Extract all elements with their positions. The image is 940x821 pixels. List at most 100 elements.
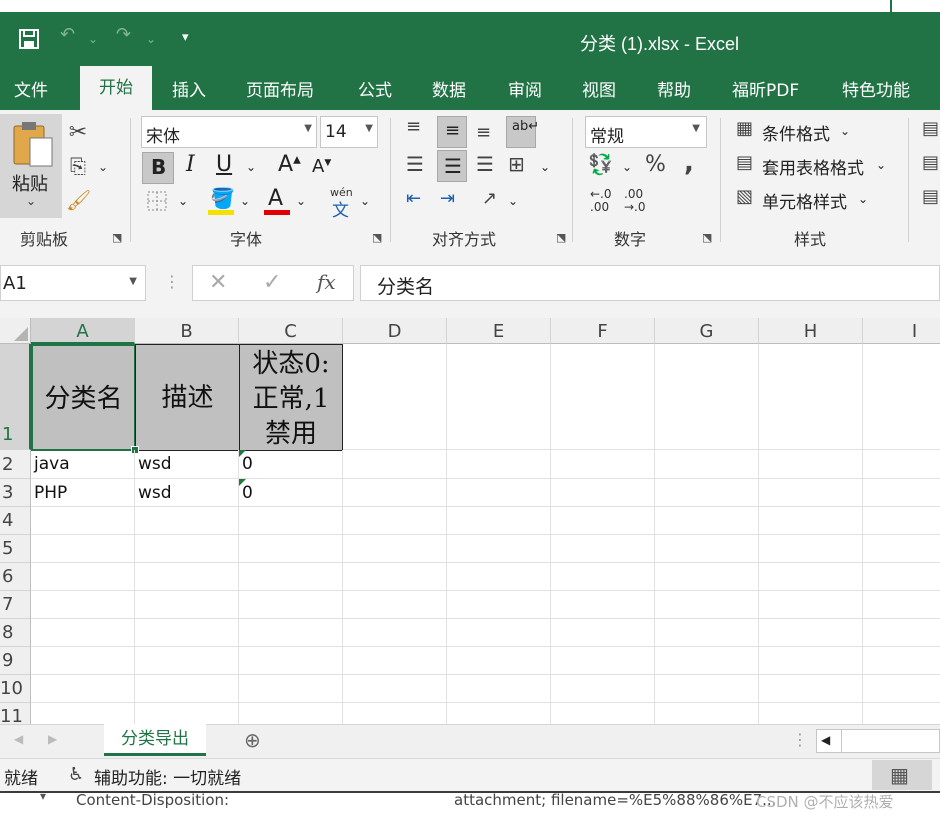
- empty-cell[interactable]: [655, 479, 759, 507]
- empty-cell[interactable]: [551, 344, 655, 450]
- accounting-dropdown-icon[interactable]: ⌄: [622, 160, 632, 174]
- tab-special-features[interactable]: 特色功能: [842, 76, 910, 101]
- format-painter-icon[interactable]: 🖌: [66, 188, 91, 212]
- name-box[interactable]: A1 ▼: [0, 265, 146, 301]
- empty-cell[interactable]: [759, 507, 863, 535]
- cell-styles-button[interactable]: 单元格样式: [762, 188, 847, 213]
- increase-font-size-icon[interactable]: A▲: [278, 152, 301, 177]
- empty-cell[interactable]: [551, 450, 655, 479]
- empty-cell[interactable]: [759, 675, 863, 703]
- empty-cell[interactable]: [343, 703, 447, 724]
- empty-cell[interactable]: [135, 507, 239, 535]
- empty-cell[interactable]: [447, 507, 551, 535]
- italic-button[interactable]: I: [186, 152, 195, 177]
- cell-a2[interactable]: java: [31, 450, 135, 479]
- empty-cell[interactable]: [343, 563, 447, 591]
- empty-cell[interactable]: [551, 591, 655, 619]
- empty-cell[interactable]: [863, 507, 940, 535]
- customize-toolbar-icon[interactable]: ▾: [182, 30, 189, 45]
- font-size-select[interactable]: 14 ▼: [320, 116, 378, 148]
- empty-cell[interactable]: [239, 703, 343, 724]
- bold-button[interactable]: B: [142, 152, 174, 184]
- cell-styles-dropdown-icon[interactable]: ⌄: [858, 192, 868, 206]
- align-middle-button[interactable]: ≡: [437, 116, 467, 148]
- empty-cell[interactable]: [551, 675, 655, 703]
- empty-cell[interactable]: [551, 507, 655, 535]
- delete-cells-icon[interactable]: ▤: [922, 152, 939, 173]
- font-color-icon[interactable]: A: [268, 186, 283, 211]
- empty-cell[interactable]: [759, 591, 863, 619]
- row-header-10[interactable]: 10: [0, 675, 31, 703]
- cell-a3[interactable]: PHP: [31, 479, 135, 507]
- empty-cell[interactable]: [551, 563, 655, 591]
- column-header-a[interactable]: A: [31, 318, 135, 344]
- row-header-3[interactable]: 3: [0, 479, 31, 507]
- empty-cell[interactable]: [343, 535, 447, 563]
- align-bottom-icon[interactable]: ≡: [476, 122, 491, 143]
- empty-cell[interactable]: [759, 703, 863, 724]
- scroll-sheets-left-icon[interactable]: ◀: [14, 732, 23, 746]
- orientation-icon[interactable]: ↗: [482, 188, 497, 209]
- fill-color-dropdown-icon[interactable]: ⌄: [240, 194, 250, 208]
- scroll-left-icon[interactable]: ◀: [821, 733, 830, 747]
- empty-cell[interactable]: [655, 535, 759, 563]
- redo-dropdown-icon[interactable]: ⌄: [146, 32, 156, 46]
- empty-cell[interactable]: [863, 675, 940, 703]
- font-launcher-icon[interactable]: ⬔: [372, 231, 382, 244]
- splitter-grip-icon[interactable]: ⋮: [792, 730, 808, 749]
- conditional-formatting-button[interactable]: 条件格式: [762, 120, 830, 145]
- empty-cell[interactable]: [759, 535, 863, 563]
- merge-center-icon[interactable]: ⊞: [508, 152, 525, 176]
- alignment-launcher-icon[interactable]: ⬔: [556, 231, 566, 244]
- empty-cell[interactable]: [759, 563, 863, 591]
- tab-view[interactable]: 视图: [582, 76, 616, 101]
- empty-cell[interactable]: [135, 619, 239, 647]
- empty-cell[interactable]: [551, 619, 655, 647]
- number-format-select[interactable]: 常规 ▼: [585, 116, 707, 148]
- enter-icon[interactable]: ✓: [263, 270, 281, 295]
- row-header-6[interactable]: 6: [0, 563, 31, 591]
- empty-cell[interactable]: [447, 344, 551, 450]
- tab-insert[interactable]: 插入: [172, 76, 206, 101]
- format-as-table-button[interactable]: 套用表格格式: [762, 154, 864, 179]
- empty-cell[interactable]: [343, 344, 447, 450]
- empty-cell[interactable]: [31, 591, 135, 619]
- empty-cell[interactable]: [31, 647, 135, 675]
- column-header-e[interactable]: E: [447, 318, 551, 344]
- accessibility-status[interactable]: 辅助功能: 一切就绪: [94, 764, 241, 789]
- spreadsheet-grid[interactable]: A B C D E F G H I 1 2 3 4 5 6 7 8 9 10 1…: [0, 318, 940, 724]
- align-left-icon[interactable]: ☰: [406, 152, 424, 176]
- tab-file[interactable]: 文件: [14, 76, 48, 101]
- empty-cell[interactable]: [655, 507, 759, 535]
- row-header-2[interactable]: 2: [0, 450, 31, 479]
- empty-cell[interactable]: [135, 563, 239, 591]
- tab-foxit-pdf[interactable]: 福昕PDF: [732, 76, 799, 101]
- clipboard-launcher-icon[interactable]: ⬔: [112, 231, 122, 244]
- percent-style-button[interactable]: %: [645, 152, 666, 177]
- decrease-font-size-icon[interactable]: A▼: [312, 156, 331, 177]
- cell-a1[interactable]: 分类名: [31, 344, 136, 451]
- empty-cell[interactable]: [447, 619, 551, 647]
- tab-formulas[interactable]: 公式: [358, 76, 392, 101]
- empty-cell[interactable]: [343, 450, 447, 479]
- comma-style-button[interactable]: ,: [684, 148, 694, 178]
- empty-cell[interactable]: [863, 591, 940, 619]
- column-header-f[interactable]: F: [551, 318, 655, 344]
- cancel-icon[interactable]: ✕: [209, 270, 227, 295]
- number-launcher-icon[interactable]: ⬔: [702, 231, 712, 244]
- empty-cell[interactable]: [447, 703, 551, 724]
- cell-c2[interactable]: 0: [239, 450, 343, 479]
- empty-cell[interactable]: [759, 344, 863, 450]
- empty-cell[interactable]: [863, 479, 940, 507]
- table-dropdown-icon[interactable]: ⌄: [876, 158, 886, 172]
- empty-cell[interactable]: [655, 619, 759, 647]
- empty-cell[interactable]: [655, 563, 759, 591]
- format-cells-icon[interactable]: ▤: [922, 186, 939, 207]
- empty-cell[interactable]: [863, 535, 940, 563]
- row-header-7[interactable]: 7: [0, 591, 31, 619]
- empty-cell[interactable]: [655, 647, 759, 675]
- merge-dropdown-icon[interactable]: ⌄: [540, 160, 550, 174]
- empty-cell[interactable]: [863, 619, 940, 647]
- cell-c1[interactable]: 状态0:正常,1禁用: [239, 344, 343, 451]
- empty-cell[interactable]: [863, 450, 940, 479]
